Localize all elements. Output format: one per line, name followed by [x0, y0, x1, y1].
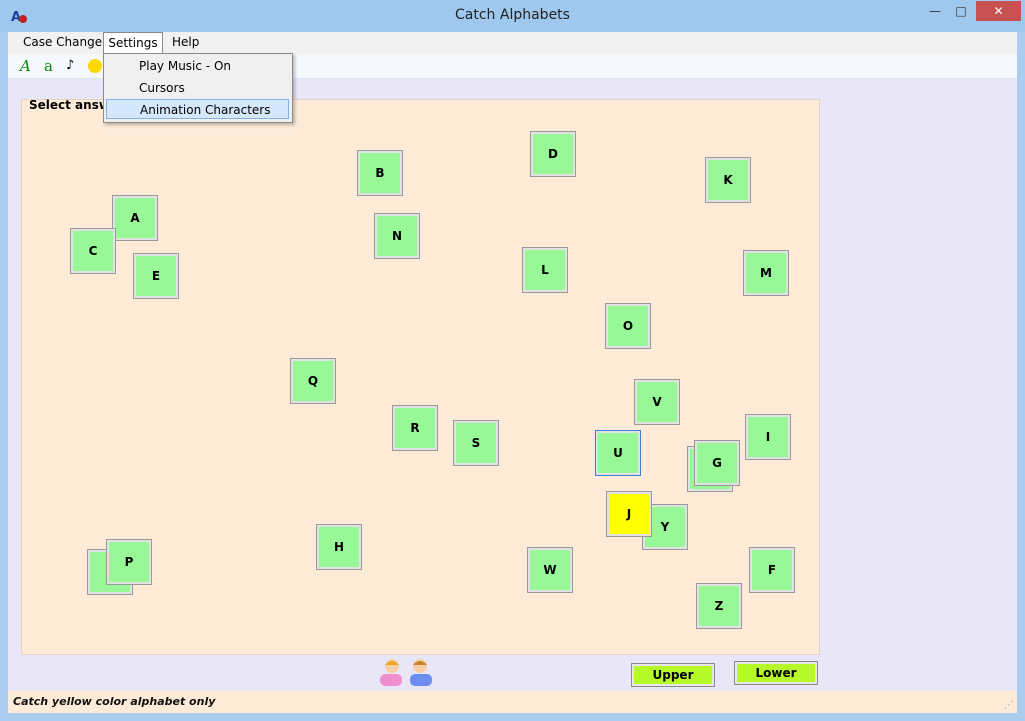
status-text: Catch yellow color alphabet only — [13, 695, 216, 708]
letter-tile[interactable]: G — [694, 440, 740, 486]
letter-tile[interactable]: L — [522, 247, 568, 293]
letter-tile[interactable]: C — [70, 228, 116, 274]
letter-tile[interactable]: D — [530, 131, 576, 177]
letter-tile[interactable]: S — [453, 420, 499, 466]
letter-tile[interactable]: E — [133, 253, 179, 299]
menu-item-animation-characters[interactable]: Animation Characters — [106, 99, 289, 119]
resize-grip-icon[interactable]: ⋰ — [1004, 700, 1014, 711]
uppercase-icon[interactable]: A — [20, 57, 31, 75]
maximize-button[interactable]: □ — [948, 1, 974, 21]
letter-tile[interactable]: U — [595, 430, 641, 476]
letter-tile[interactable]: F — [749, 547, 795, 593]
letter-tile[interactable]: P — [106, 539, 152, 585]
window-title: Catch Alphabets — [455, 7, 570, 23]
letter-tile[interactable]: Z — [696, 583, 742, 629]
kids-mascot-icon — [376, 657, 438, 689]
letter-tile[interactable]: K — [705, 157, 751, 203]
letter-tile[interactable]: O — [605, 303, 651, 349]
music-icon[interactable]: ♪ — [66, 57, 74, 75]
lowercase-icon[interactable]: a — [44, 57, 53, 75]
menu-item-cursors[interactable]: Cursors — [106, 78, 289, 98]
menu-case-change[interactable]: Case Change — [23, 32, 102, 54]
letter-tile[interactable]: M — [743, 250, 789, 296]
letter-tile[interactable]: N — [374, 213, 420, 259]
menu-settings[interactable]: Settings — [103, 32, 163, 54]
letter-tile[interactable]: I — [745, 414, 791, 460]
close-button[interactable]: ✕ — [976, 1, 1021, 21]
letter-tile[interactable]: Q — [290, 358, 336, 404]
letter-tile[interactable]: R — [392, 405, 438, 451]
letter-tile[interactable]: V — [634, 379, 680, 425]
letter-tile[interactable]: W — [527, 547, 573, 593]
menu-help[interactable]: Help — [172, 32, 199, 54]
settings-dropdown: Play Music - On Cursors Animation Charac… — [103, 53, 293, 123]
letter-tile[interactable]: A — [112, 195, 158, 241]
menu-item-play-music[interactable]: Play Music - On — [106, 56, 289, 76]
minimize-button[interactable]: — — [922, 1, 948, 21]
target-letter-tile[interactable]: J — [606, 491, 652, 537]
lower-button[interactable]: Lower — [734, 661, 818, 685]
letter-tile[interactable]: H — [316, 524, 362, 570]
letter-tile[interactable]: B — [357, 150, 403, 196]
character-icon[interactable] — [88, 59, 102, 73]
upper-button[interactable]: Upper — [631, 663, 715, 687]
